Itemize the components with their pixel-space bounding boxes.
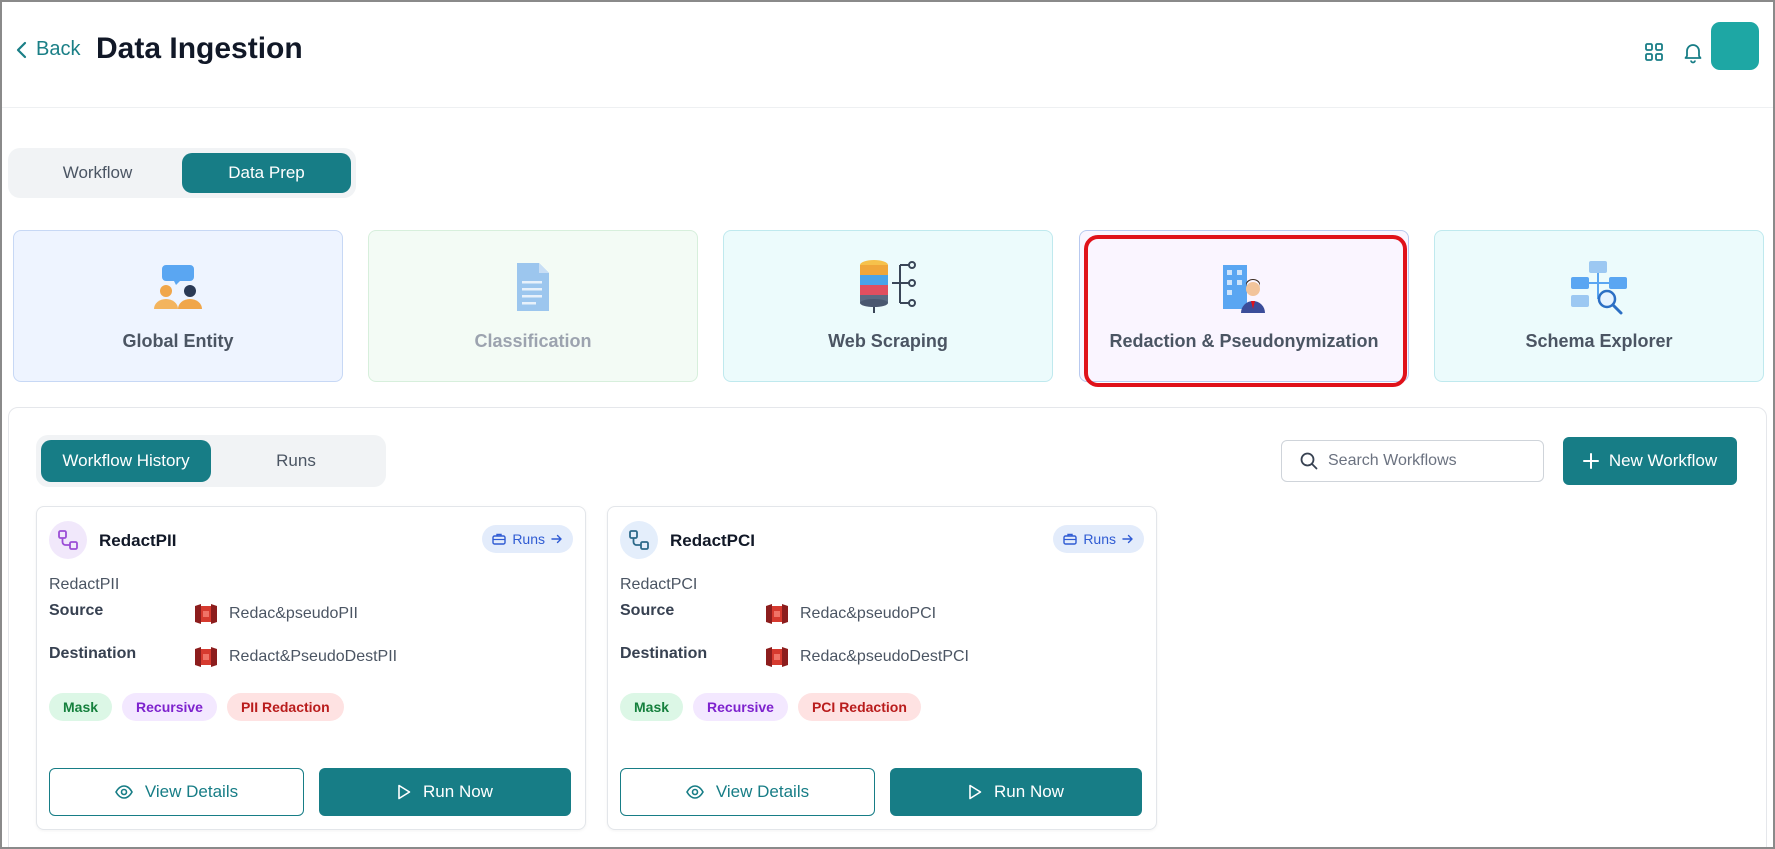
eye-icon xyxy=(685,785,704,799)
s3-bucket-icon xyxy=(766,604,788,624)
category-card-web-scraping[interactable]: Web Scraping xyxy=(723,230,1053,382)
source-label: Source xyxy=(620,602,675,619)
s3-bucket-icon xyxy=(195,647,217,667)
tab-workflow-history[interactable]: Workflow History xyxy=(41,440,211,482)
arrow-right-icon xyxy=(1122,534,1133,544)
category-card-classification[interactable]: Classification xyxy=(368,230,698,382)
workflow-subtitle: RedactPCI xyxy=(620,576,698,593)
tag-list: Mask Recursive PII Redaction xyxy=(49,693,344,721)
category-label: Global Entity xyxy=(122,331,234,351)
view-details-button[interactable]: View Details xyxy=(620,768,875,816)
run-now-button[interactable]: Run Now xyxy=(319,768,571,816)
s3-bucket-icon xyxy=(195,604,217,624)
briefcase-icon xyxy=(492,533,507,545)
run-now-button[interactable]: Run Now xyxy=(890,768,1142,816)
category-label: Web Scraping xyxy=(828,331,948,351)
grid-icon[interactable] xyxy=(1642,40,1666,64)
header: Back Data Ingestion xyxy=(2,2,1773,108)
workflow-subtitle: RedactPII xyxy=(49,576,120,593)
source-label: Source xyxy=(49,602,104,619)
category-label: Schema Explorer xyxy=(1525,331,1673,351)
mode-toggle: Workflow Data Prep xyxy=(8,148,356,198)
workflow-icon xyxy=(49,521,87,559)
runs-label: Runs xyxy=(512,531,545,547)
search-box[interactable] xyxy=(1281,440,1544,482)
tab-workflow[interactable]: Workflow xyxy=(13,153,182,193)
category-card-redaction-pseudonymization[interactable]: Redaction & Pseudonymization xyxy=(1079,230,1409,382)
plus-icon xyxy=(1582,453,1599,469)
category-card-schema-explorer[interactable]: Schema Explorer xyxy=(1434,230,1764,382)
bell-icon[interactable] xyxy=(1681,40,1705,64)
play-icon xyxy=(969,784,982,800)
tag-list: Mask Recursive PCI Redaction xyxy=(620,693,921,721)
runs-label: Runs xyxy=(1083,531,1116,547)
tag-mask: Mask xyxy=(620,693,684,721)
runs-link[interactable]: Runs xyxy=(1053,525,1144,553)
play-icon xyxy=(398,784,411,800)
category-card-global-entity[interactable]: Global Entity xyxy=(13,230,343,382)
tab-data-prep[interactable]: Data Prep xyxy=(182,153,351,193)
new-workflow-button[interactable]: New Workflow xyxy=(1563,437,1737,485)
back-button[interactable]: Back xyxy=(14,38,80,61)
document-icon xyxy=(517,263,549,311)
category-label: Classification xyxy=(474,331,592,351)
new-workflow-label: New Workflow xyxy=(1608,451,1718,470)
database-network-icon xyxy=(860,260,916,313)
search-input[interactable] xyxy=(1328,452,1528,470)
source-value: Redac&pseudoPII xyxy=(193,602,358,626)
destination-value: Redac&pseudoDestPCI xyxy=(764,645,969,669)
history-toggle: Workflow History Runs xyxy=(36,435,386,487)
workflow-icon xyxy=(620,521,658,559)
destination-label: Destination xyxy=(620,645,708,662)
workflow-card-redactpii: RedactPII Runs RedactPII Source Redac&ps… xyxy=(36,506,586,830)
workflow-card-redactpci: RedactPCI Runs RedactPCI Source Redac&ps… xyxy=(607,506,1157,830)
chevron-left-icon xyxy=(16,41,27,58)
users-chat-icon xyxy=(154,265,202,309)
arrow-right-icon xyxy=(551,534,562,544)
schema-search-icon xyxy=(1571,261,1627,315)
avatar[interactable] xyxy=(1711,22,1759,70)
tag-mask: Mask xyxy=(49,693,113,721)
tag-pci-redaction: PCI Redaction xyxy=(797,693,921,721)
tag-recursive: Recursive xyxy=(693,693,788,721)
eye-icon xyxy=(114,785,133,799)
workflow-title: RedactPCI xyxy=(670,531,756,550)
tag-recursive: Recursive xyxy=(122,693,217,721)
workflow-title: RedactPII xyxy=(99,531,177,550)
view-details-button[interactable]: View Details xyxy=(49,768,304,816)
destination-label: Destination xyxy=(49,645,137,662)
tag-pii-redaction: PII Redaction xyxy=(226,693,344,721)
search-icon xyxy=(1300,452,1318,470)
source-value: Redac&pseudoPCI xyxy=(764,602,936,626)
destination-value: Redact&PseudoDestPII xyxy=(193,645,397,669)
person-building-icon xyxy=(1223,265,1265,313)
category-label: Redaction & Pseudonymization xyxy=(1109,331,1379,351)
tab-runs[interactable]: Runs xyxy=(211,440,381,482)
page-title: Data Ingestion xyxy=(96,32,303,65)
app-frame: Back Data Ingestion Workflow Data Prep G… xyxy=(0,0,1775,849)
runs-link[interactable]: Runs xyxy=(482,525,573,553)
s3-bucket-icon xyxy=(766,647,788,667)
briefcase-icon xyxy=(1063,533,1078,545)
back-label: Back xyxy=(36,38,81,60)
